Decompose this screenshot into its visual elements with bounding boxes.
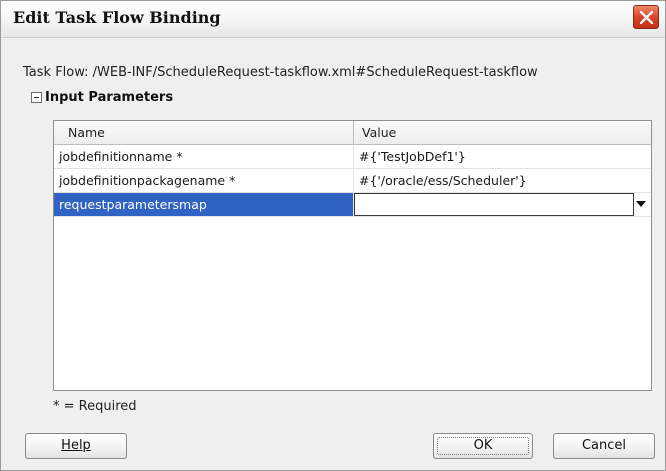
ok-button-label: OK: [473, 438, 493, 453]
param-value-text: [355, 194, 360, 217]
close-button[interactable]: [633, 5, 659, 29]
input-parameters-table: Name Value jobdefinitionname * #{'TestJo…: [53, 120, 652, 391]
edit-task-flow-binding-dialog: Edit Task Flow Binding Task Flow: /WEB-I…: [0, 0, 666, 471]
chevron-down-icon[interactable]: [636, 201, 646, 207]
param-name-cell[interactable]: requestparametersmap: [54, 193, 354, 216]
section-title: Input Parameters: [45, 90, 174, 105]
column-header-value[interactable]: Value: [354, 121, 634, 144]
param-name-cell[interactable]: jobdefinitionpackagename *: [54, 169, 354, 192]
table-row[interactable]: jobdefinitionname * #{'TestJobDef1'}: [54, 145, 651, 169]
dialog-title: Edit Task Flow Binding: [13, 8, 221, 27]
param-name-cell[interactable]: jobdefinitionname *: [54, 145, 354, 168]
input-parameters-header[interactable]: Input Parameters: [31, 90, 173, 105]
cancel-button[interactable]: Cancel: [553, 433, 655, 459]
task-flow-path: Task Flow: /WEB-INF/ScheduleRequest-task…: [23, 65, 538, 80]
cancel-button-label: Cancel: [581, 438, 627, 453]
param-value-cell[interactable]: #{'/oracle/ess/Scheduler'}: [354, 169, 634, 192]
table-header-row: Name Value: [54, 121, 651, 145]
table-row[interactable]: jobdefinitionpackagename * #{'/oracle/es…: [54, 169, 651, 193]
ok-button[interactable]: OK: [433, 433, 533, 459]
title-bar: Edit Task Flow Binding: [1, 1, 665, 38]
required-note: * = Required: [53, 399, 137, 414]
column-header-name[interactable]: Name: [54, 121, 354, 144]
help-button[interactable]: Help: [25, 433, 127, 459]
param-value-editor[interactable]: [354, 193, 634, 216]
help-button-label: Help: [61, 438, 91, 453]
close-icon: [640, 11, 653, 24]
collapse-minus-icon[interactable]: [31, 92, 42, 103]
param-value-cell[interactable]: #{'TestJobDef1'}: [354, 145, 634, 168]
table-row-selected[interactable]: requestparametersmap: [54, 193, 651, 217]
